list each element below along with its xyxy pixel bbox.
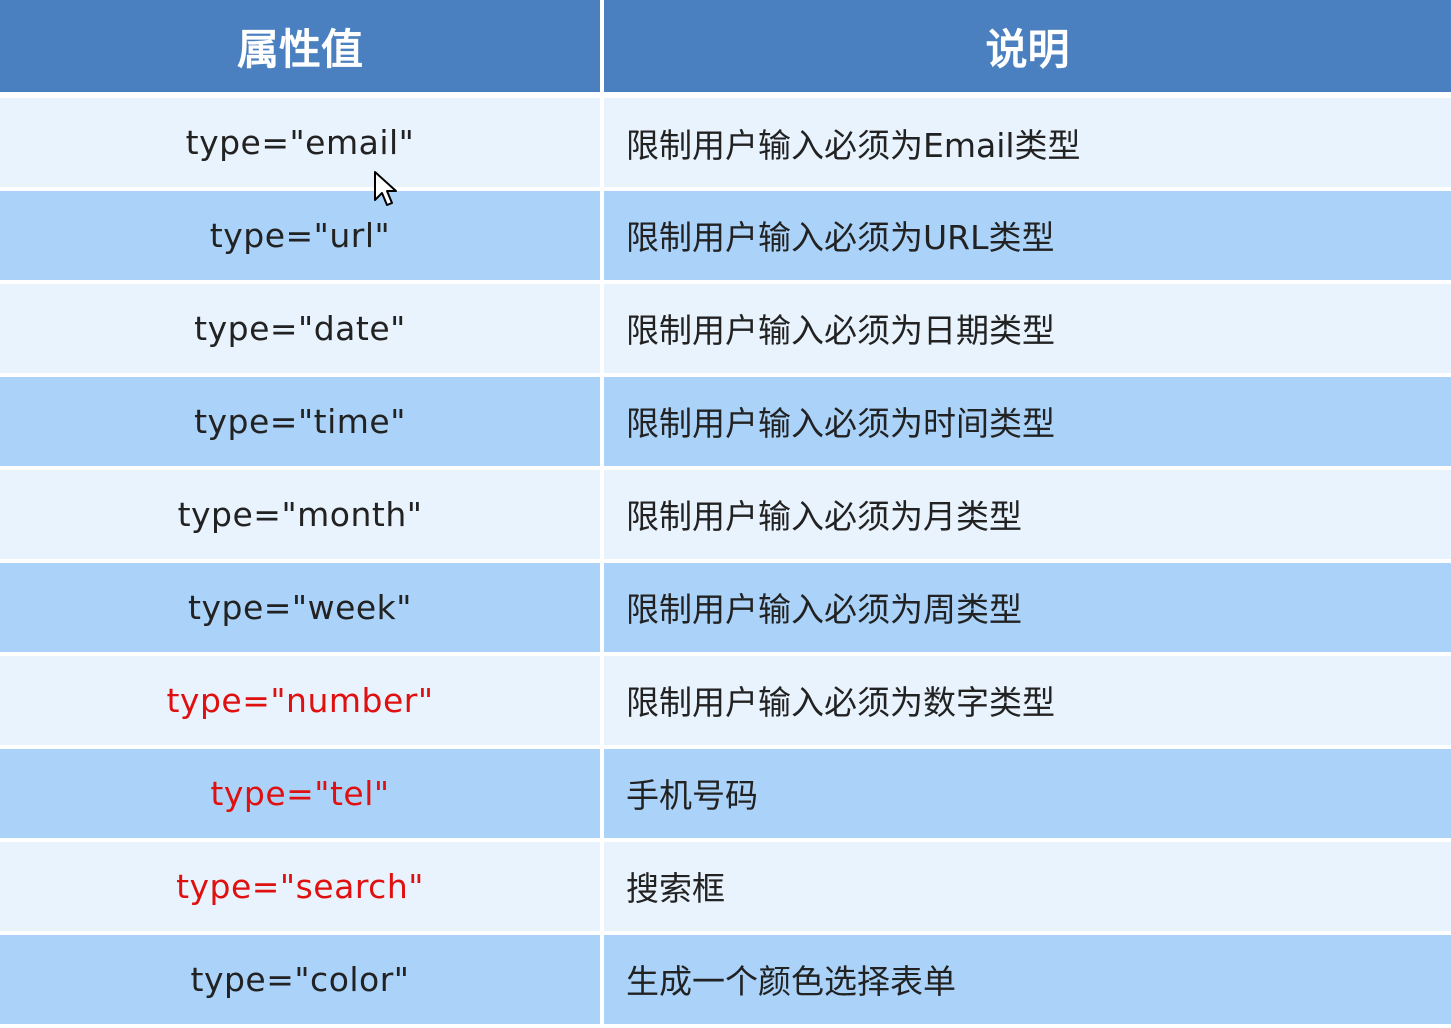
table-row: type="tel" 手机号码 <box>0 746 1451 842</box>
attr-cell: type="color" <box>0 932 604 1028</box>
mouse-pointer-icon <box>374 171 397 206</box>
desc-cell: 搜索框 <box>602 839 1451 935</box>
attr-cell-highlighted: type="number" <box>0 653 604 749</box>
desc-cell: 限制用户输入必须为URL类型 <box>602 189 1451 284</box>
desc-cell: 限制用户输入必须为时间类型 <box>602 374 1451 470</box>
table-row: type="search" 搜索框 <box>0 839 1451 935</box>
desc-cell: 限制用户输入必须为Email类型 <box>602 95 1451 191</box>
attr-cell: type="week" <box>0 560 604 656</box>
table-row: type="month" 限制用户输入必须为月类型 <box>0 467 1451 563</box>
table-row: type="email" 限制用户输入必须为Email类型 <box>0 95 1451 191</box>
header-description: 说明 <box>602 0 1451 98</box>
table-row: type="color" 生成一个颜色选择表单 <box>0 932 1451 1028</box>
table-header-row: 属性值 说明 <box>0 0 1451 98</box>
desc-cell: 限制用户输入必须为月类型 <box>602 467 1451 563</box>
attr-cell: type="time" <box>0 374 604 470</box>
desc-cell: 限制用户输入必须为周类型 <box>602 560 1451 656</box>
desc-cell: 手机号码 <box>602 746 1451 842</box>
table-row: type="week" 限制用户输入必须为周类型 <box>0 560 1451 656</box>
desc-cell: 限制用户输入必须为日期类型 <box>602 281 1451 377</box>
table-row: type="date" 限制用户输入必须为日期类型 <box>0 281 1451 377</box>
desc-cell: 生成一个颜色选择表单 <box>602 932 1451 1028</box>
table-row: type="number" 限制用户输入必须为数字类型 <box>0 653 1451 749</box>
header-attribute-value: 属性值 <box>0 0 604 98</box>
attr-cell: type="month" <box>0 467 604 563</box>
attr-cell-highlighted: type="tel" <box>0 746 604 842</box>
desc-cell: 限制用户输入必须为数字类型 <box>602 653 1451 749</box>
attr-cell: type="date" <box>0 281 604 377</box>
table-row: type="url" 限制用户输入必须为URL类型 <box>0 189 1451 284</box>
attr-cell-highlighted: type="search" <box>0 839 604 935</box>
table-row: type="time" 限制用户输入必须为时间类型 <box>0 374 1451 470</box>
input-type-table: 属性值 说明 type="email" 限制用户输入必须为Email类型 typ… <box>0 0 1451 1028</box>
attr-cell: type="url" <box>0 189 604 284</box>
attr-cell: type="email" <box>0 95 604 191</box>
